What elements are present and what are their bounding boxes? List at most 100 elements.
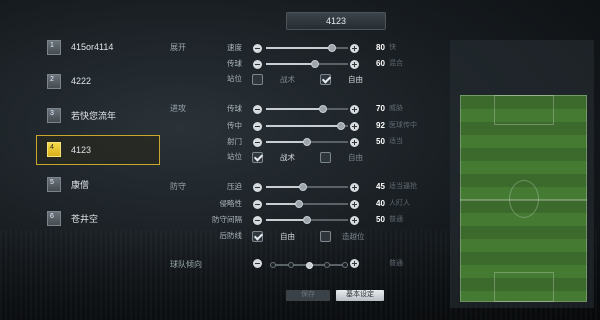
chance-free-label: 自由 <box>348 153 363 162</box>
buildup-passing-minus-button[interactable] <box>253 59 262 69</box>
team-shape-step[interactable] <box>324 262 330 268</box>
tactic-number: 4 <box>47 142 61 158</box>
team-shape-plus-button[interactable] <box>350 258 359 268</box>
tactic-label: 苍井空 <box>71 213 99 224</box>
chance-crossing-label: 传中 <box>227 121 242 130</box>
tactic-number: 2 <box>47 73 61 89</box>
chance-passing-minus-button[interactable] <box>253 104 262 114</box>
top-penalty-box <box>494 95 554 125</box>
tactic-label: 415or4114 <box>71 42 114 52</box>
buildup-speed-desc: 快 <box>389 44 396 51</box>
chance-passing-slider-knob[interactable] <box>319 105 328 113</box>
buildup-speed-slider-knob[interactable] <box>327 44 336 52</box>
defence-aggression-minus-button[interactable] <box>253 199 262 209</box>
buildup-passing-label: 传球 <box>227 59 242 68</box>
defence-aggression-slider-fill <box>266 203 299 205</box>
buildup-speed-plus-button[interactable] <box>350 43 359 53</box>
chance-crossing-slider[interactable] <box>266 122 348 130</box>
defence-aggression-label: 侵略性 <box>219 199 243 208</box>
tactic-item-1[interactable]: 1 415or4114 <box>36 32 160 62</box>
defence-width-label: 防守间隔 <box>212 215 242 224</box>
defence-aggression-plus-button[interactable] <box>350 199 359 209</box>
section-team-shape: 球队倾向 <box>170 260 202 269</box>
team-shape-minus-button[interactable] <box>253 258 262 268</box>
buildup-passing-slider-knob[interactable] <box>311 60 320 68</box>
buildup-passing-desc: 混合 <box>389 60 403 67</box>
chance-shooting-slider-knob[interactable] <box>303 138 311 146</box>
pitch-view <box>460 95 587 302</box>
defence-aggression-slider-knob[interactable] <box>294 200 303 208</box>
defence-aggression-desc: 人盯人 <box>389 200 410 207</box>
buildup-speed-slider[interactable] <box>266 44 348 52</box>
defence-pressure-plus-button[interactable] <box>350 182 359 192</box>
section-chance: 进攻 <box>170 104 186 113</box>
chance-tactic-label: 战术 <box>280 153 295 162</box>
chance-passing-plus-button[interactable] <box>350 104 359 114</box>
chance-tactic-checkbox[interactable] <box>252 152 263 163</box>
buildup-speed-value: 80 <box>376 43 385 52</box>
defence-pressure-slider-fill <box>266 186 303 188</box>
tactic-label: 若快您流年 <box>71 111 117 122</box>
tactic-number: 5 <box>47 176 61 192</box>
tactic-number: 6 <box>47 210 61 226</box>
buildup-speed-label: 速度 <box>227 43 242 52</box>
chance-crossing-value: 92 <box>376 121 385 130</box>
tactic-item-4[interactable]: 4 4123 <box>36 134 160 165</box>
chance-crossing-plus-button[interactable] <box>350 121 359 131</box>
defence-offside-checkbox[interactable] <box>320 231 331 242</box>
chance-passing-label: 传球 <box>227 104 242 113</box>
chance-shooting-minus-button[interactable] <box>253 137 262 147</box>
team-shape-step[interactable] <box>288 262 294 268</box>
defence-pressure-slider[interactable] <box>266 183 348 191</box>
chance-shooting-slider[interactable] <box>266 138 348 146</box>
tactic-label: 4123 <box>71 144 92 155</box>
chance-crossing-minus-button[interactable] <box>253 121 262 131</box>
tactic-number: 3 <box>47 108 61 124</box>
defence-aggression-value: 40 <box>376 199 385 208</box>
buildup-free-checkbox[interactable] <box>320 74 331 85</box>
tactic-item-6[interactable]: 6 苍井空 <box>36 203 160 233</box>
formation-tab[interactable]: 4123 <box>286 12 386 30</box>
tactic-label: 康僧 <box>71 179 90 190</box>
chance-passing-slider-fill <box>266 108 324 110</box>
save-button[interactable]: 保存 <box>286 290 330 301</box>
basic-settings-button[interactable]: 基本设定 <box>336 290 384 301</box>
defence-aggression-slider[interactable] <box>266 200 348 208</box>
bottom-penalty-box <box>494 272 554 302</box>
chance-passing-slider[interactable] <box>266 105 348 113</box>
chance-shooting-value: 50 <box>376 137 385 146</box>
chance-crossing-desc: 医球传中 <box>389 122 417 129</box>
defence-offside-label: 造越位 <box>342 232 365 241</box>
tactic-label: 4222 <box>71 76 92 87</box>
chance-shooting-label: 射门 <box>227 137 242 146</box>
chance-passing-value: 70 <box>376 104 385 113</box>
defence-pressure-minus-button[interactable] <box>253 182 262 192</box>
buildup-tactic-checkbox[interactable] <box>252 74 263 85</box>
defence-free-label: 自由 <box>280 232 295 241</box>
chance-passing-desc: 威胁 <box>389 105 403 112</box>
buildup-speed-minus-button[interactable] <box>253 43 262 53</box>
tactic-item-5[interactable]: 5 康僧 <box>36 169 160 199</box>
defence-pressure-value: 45 <box>376 182 385 191</box>
team-shape-step[interactable] <box>306 261 313 269</box>
buildup-passing-slider[interactable] <box>266 60 348 68</box>
buildup-free-label: 自由 <box>348 75 363 84</box>
team-shape-desc: 普通 <box>389 260 403 267</box>
buildup-passing-plus-button[interactable] <box>350 59 359 69</box>
center-circle <box>509 180 539 218</box>
tactic-item-2[interactable]: 2 4222 <box>36 66 160 96</box>
buildup-passing-value: 60 <box>376 59 385 68</box>
chance-free-checkbox[interactable] <box>320 152 331 163</box>
defence-free-checkbox[interactable] <box>252 231 263 242</box>
defence-width-plus-button[interactable] <box>350 215 359 225</box>
defence-width-minus-button[interactable] <box>253 215 262 225</box>
defence-width-slider[interactable] <box>266 216 348 224</box>
team-shape-step[interactable] <box>342 262 348 268</box>
chance-shooting-plus-button[interactable] <box>350 137 359 147</box>
defence-width-slider-knob[interactable] <box>303 216 311 224</box>
tactic-item-3[interactable]: 3 若快您流年 <box>36 101 160 131</box>
team-shape-stepper[interactable] <box>270 261 348 269</box>
defence-pressure-slider-knob[interactable] <box>298 183 307 191</box>
chance-crossing-slider-knob[interactable] <box>337 122 346 130</box>
team-shape-step[interactable] <box>270 262 276 268</box>
